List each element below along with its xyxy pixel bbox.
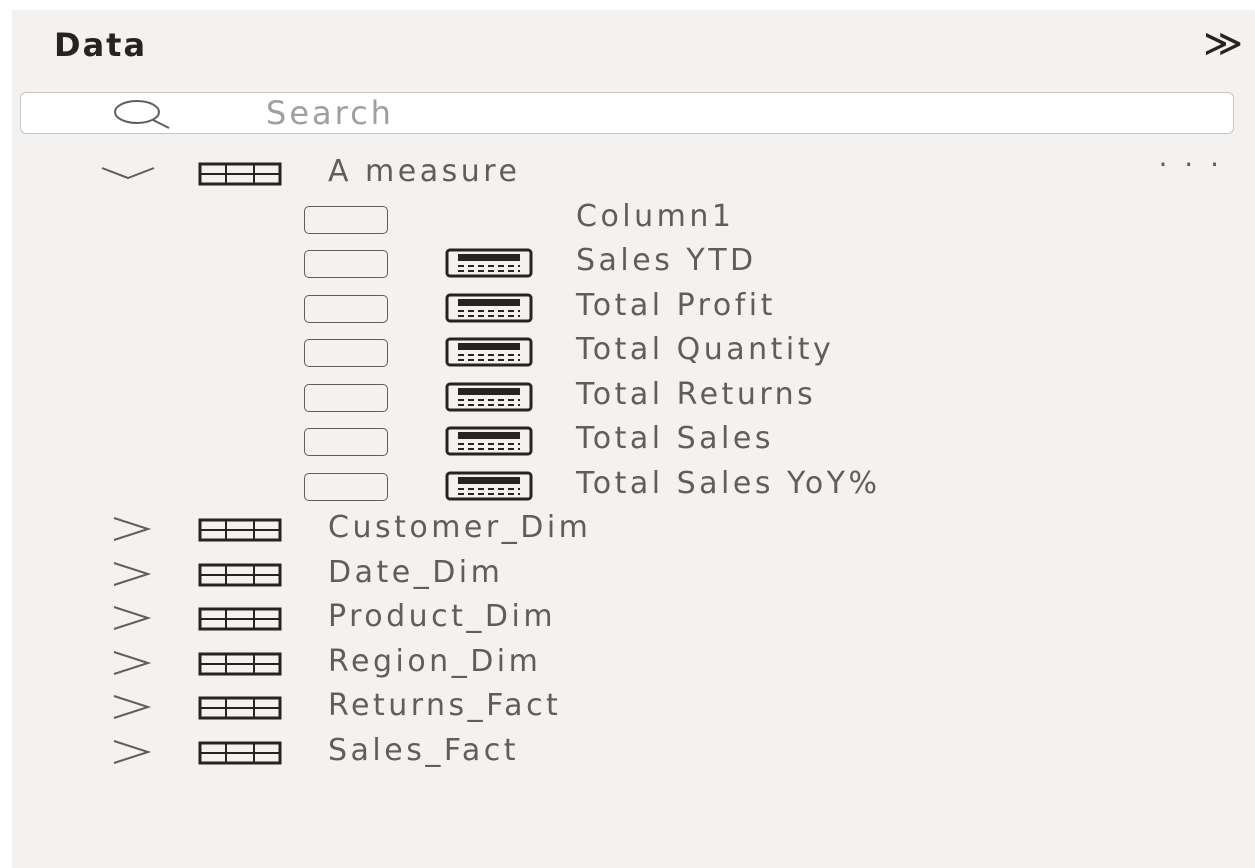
calculator-icon [445,248,533,278]
calculator-icon [445,337,533,367]
table-icon [198,696,282,720]
more-options-icon[interactable]: · · · [1158,148,1223,181]
field-row-total-quantity[interactable]: Total Quantity [12,330,1255,375]
calculator-icon [445,426,533,456]
field-checkbox[interactable] [304,205,388,234]
chevron-right-icon[interactable] [100,646,156,680]
field-checkbox[interactable] [304,339,388,367]
table-row-region-dim[interactable]: Region_Dim [12,642,1255,687]
table-label: Product_Dim [328,599,557,634]
table-label: Returns_Fact [328,688,562,723]
chevron-right-icon[interactable] [100,735,156,769]
collapse-pane-icon[interactable]: ≫ [1203,24,1243,62]
chevron-right-icon[interactable] [100,601,156,635]
table-icon [198,741,282,764]
table-icon [198,162,282,186]
field-label: Total Returns [576,376,817,412]
table-row-a-measure[interactable]: A measure · · · [12,148,1255,197]
table-row-sales-fact[interactable]: Sales_Fact [12,731,1255,776]
table-row-date-dim[interactable]: Date_Dim [12,553,1255,598]
calculator-icon [445,471,533,500]
field-checkbox[interactable] [304,472,388,501]
pane-title: Data [54,26,148,64]
chevron-right-icon[interactable] [100,512,156,546]
table-row-returns-fact[interactable]: Returns_Fact [12,686,1255,731]
table-label: Date_Dim [328,554,504,590]
table-icon [198,607,282,631]
field-row-total-sales[interactable]: Total Sales [12,419,1255,464]
field-label: Total Profit [576,287,776,323]
table-label: Customer_Dim [328,510,592,545]
field-checkbox[interactable] [304,294,388,323]
table-label: Region_Dim [328,643,542,679]
search-input[interactable] [266,93,1166,133]
field-checkbox[interactable] [304,250,388,278]
calculator-icon [445,382,533,411]
search-box[interactable] [20,92,1234,134]
field-label: Total Sales YoY% [576,465,881,501]
table-label: A measure [328,154,521,189]
field-checkbox[interactable] [304,383,388,412]
chevron-down-icon[interactable] [100,156,156,190]
table-icon [198,563,282,586]
field-row-total-profit[interactable]: Total Profit [12,286,1255,331]
table-label: Sales_Fact [328,732,519,768]
field-label: Total Quantity [576,332,835,367]
chevron-right-icon[interactable] [100,557,156,591]
table-row-product-dim[interactable]: Product_Dim [12,597,1255,642]
field-tree: A measure · · · Column1 Sales YTD Total … [12,148,1255,776]
table-icon [198,652,282,675]
field-row-column1[interactable]: Column1 [12,197,1255,242]
field-label: Total Sales [576,421,774,456]
chevron-right-icon[interactable] [100,690,156,724]
table-row-customer-dim[interactable]: Customer_Dim [12,508,1255,553]
data-pane: Data ≫ A measure · · · Column1 [12,10,1255,868]
field-row-total-sales-yoy[interactable]: Total Sales YoY% [12,464,1255,509]
field-row-total-returns[interactable]: Total Returns [12,375,1255,420]
table-icon [198,518,282,542]
field-label: Sales YTD [576,243,757,278]
field-checkbox[interactable] [304,428,388,456]
calculator-icon [445,293,533,322]
field-label: Column1 [576,198,735,234]
search-icon [114,100,170,129]
field-row-sales-ytd[interactable]: Sales YTD [12,241,1255,286]
